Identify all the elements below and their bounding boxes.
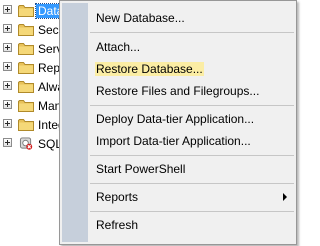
expand-icon[interactable]	[3, 138, 12, 147]
menu-item-deploy-data-tier[interactable]: Deploy Data-tier Application...	[90, 108, 295, 130]
folder-icon	[18, 5, 34, 17]
sql-agent-icon	[19, 137, 33, 150]
menu-item-import-data-tier[interactable]: Import Data-tier Application...	[90, 130, 295, 152]
menu-item-label: Reports	[96, 190, 139, 204]
folder-icon	[18, 100, 34, 112]
folder-icon	[18, 119, 34, 131]
expand-icon[interactable]	[3, 5, 12, 14]
menu-item-label: Restore Files and Filegroups...	[96, 84, 260, 98]
expand-icon[interactable]	[3, 24, 12, 33]
menu-item-label: Import Data-tier Application...	[96, 134, 251, 148]
menu-separator	[90, 183, 294, 184]
folder-icon	[18, 81, 34, 93]
tree-node-label[interactable]: Man	[38, 99, 61, 113]
submenu-arrow-icon	[283, 193, 287, 201]
menu-icon-gutter	[62, 3, 88, 242]
menu-item-attach[interactable]: Attach...	[90, 36, 295, 58]
menu-separator	[90, 32, 294, 33]
menu-item-label: Attach...	[96, 40, 141, 54]
menu-item-start-powershell[interactable]: Start PowerShell	[90, 158, 295, 180]
menu-item-restore-files-filegroups[interactable]: Restore Files and Filegroups...	[90, 80, 295, 102]
expand-icon[interactable]	[3, 62, 12, 71]
menu-separator	[90, 155, 294, 156]
expand-icon[interactable]	[3, 43, 12, 52]
menu-separator	[90, 105, 294, 106]
folder-icon	[18, 43, 34, 55]
menu-item-refresh[interactable]: Refresh	[90, 214, 295, 236]
menu-item-restore-database[interactable]: Restore Database...	[90, 58, 295, 80]
expand-icon[interactable]	[3, 81, 12, 90]
menu-separator	[90, 211, 294, 212]
expand-icon[interactable]	[3, 100, 12, 109]
menu-item-label: New Database...	[96, 11, 185, 25]
menu-item-label: Restore Database...	[95, 62, 204, 76]
folder-icon	[18, 24, 34, 36]
menu-item-label: Deploy Data-tier Application...	[96, 112, 255, 126]
menu-item-label: Start PowerShell	[96, 162, 186, 176]
database-context-menu: New Database... Attach... Restore Databa…	[59, 0, 297, 245]
menu-item-reports[interactable]: Reports	[90, 186, 295, 208]
menu-item-label: Refresh	[96, 218, 139, 232]
expand-icon[interactable]	[3, 119, 12, 128]
menu-item-new-database[interactable]: New Database...	[90, 7, 295, 29]
folder-icon	[18, 62, 34, 74]
